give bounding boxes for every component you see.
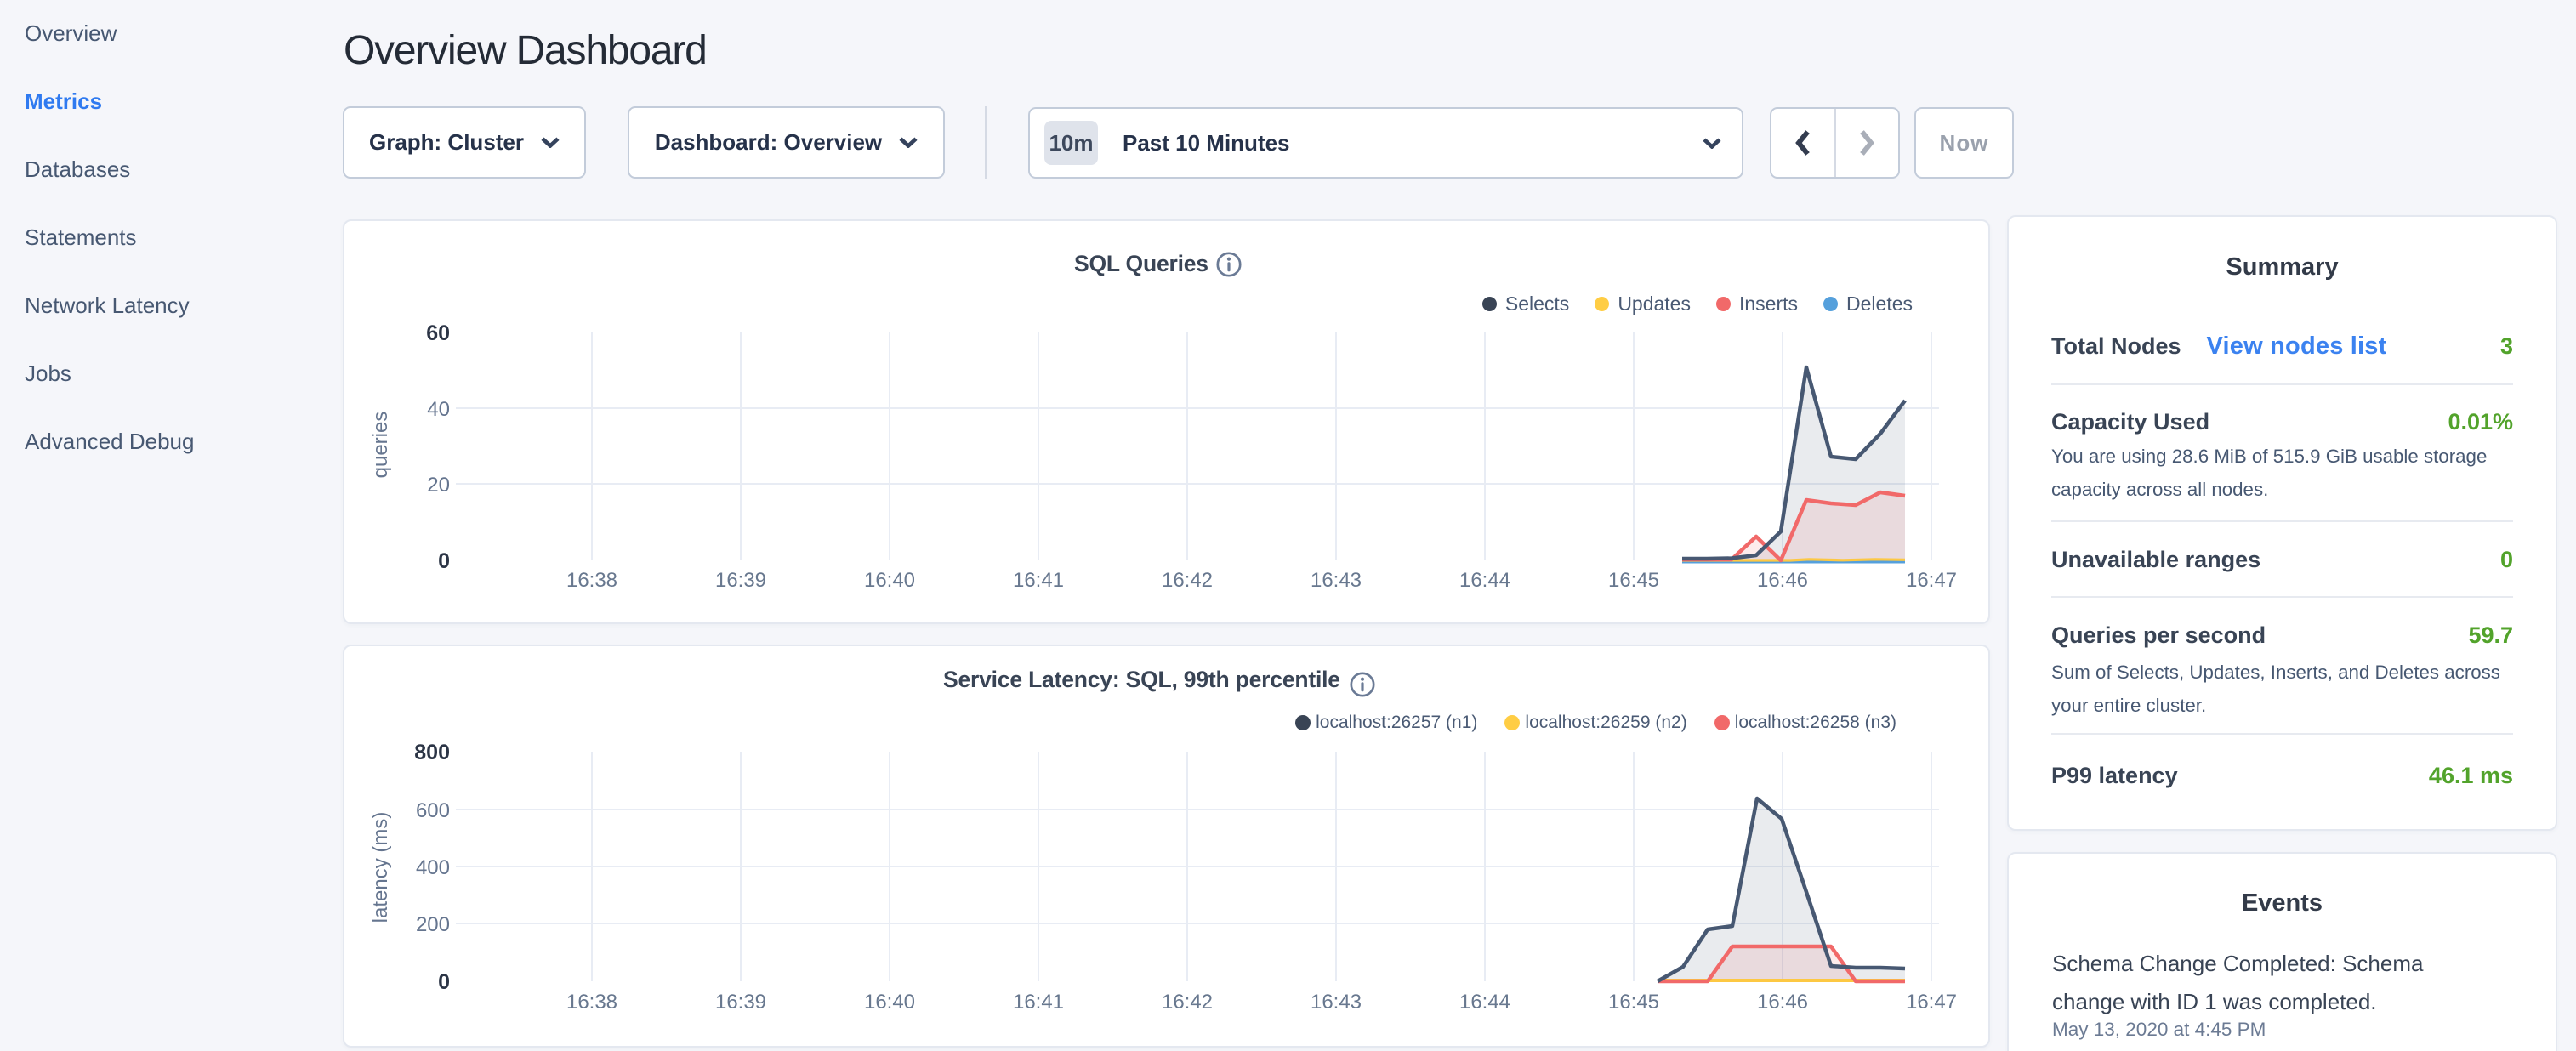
svg-text:20: 20 [427, 474, 450, 497]
svg-text:16:43: 16:43 [1311, 569, 1362, 592]
svg-text:16:42: 16:42 [1162, 991, 1213, 1014]
svg-text:16:47: 16:47 [1906, 991, 1957, 1014]
svg-text:40: 40 [427, 398, 450, 421]
svg-text:16:42: 16:42 [1162, 569, 1213, 592]
svg-text:0: 0 [438, 549, 450, 573]
svg-text:600: 600 [416, 799, 450, 822]
svg-text:16:41: 16:41 [1013, 569, 1064, 592]
svg-text:0: 0 [438, 970, 450, 994]
svg-text:16:46: 16:46 [1757, 569, 1808, 592]
svg-text:60: 60 [426, 321, 450, 345]
svg-text:16:38: 16:38 [566, 991, 617, 1014]
svg-text:16:38: 16:38 [566, 569, 617, 592]
svg-text:200: 200 [416, 913, 450, 936]
svg-text:16:45: 16:45 [1608, 991, 1659, 1014]
svg-text:16:43: 16:43 [1311, 991, 1362, 1014]
svg-text:16:45: 16:45 [1608, 569, 1659, 592]
svg-text:400: 400 [416, 856, 450, 879]
svg-text:16:44: 16:44 [1459, 569, 1510, 592]
svg-text:16:47: 16:47 [1906, 569, 1957, 592]
svg-text:16:39: 16:39 [715, 991, 766, 1014]
svg-text:16:46: 16:46 [1757, 991, 1808, 1014]
svg-text:800: 800 [414, 741, 450, 764]
svg-text:16:41: 16:41 [1013, 991, 1064, 1014]
svg-text:16:39: 16:39 [715, 569, 766, 592]
svg-text:queries: queries [369, 412, 392, 479]
svg-text:16:44: 16:44 [1459, 991, 1510, 1014]
svg-text:latency (ms): latency (ms) [369, 812, 392, 923]
svg-text:16:40: 16:40 [864, 569, 915, 592]
svg-text:16:40: 16:40 [864, 991, 915, 1014]
